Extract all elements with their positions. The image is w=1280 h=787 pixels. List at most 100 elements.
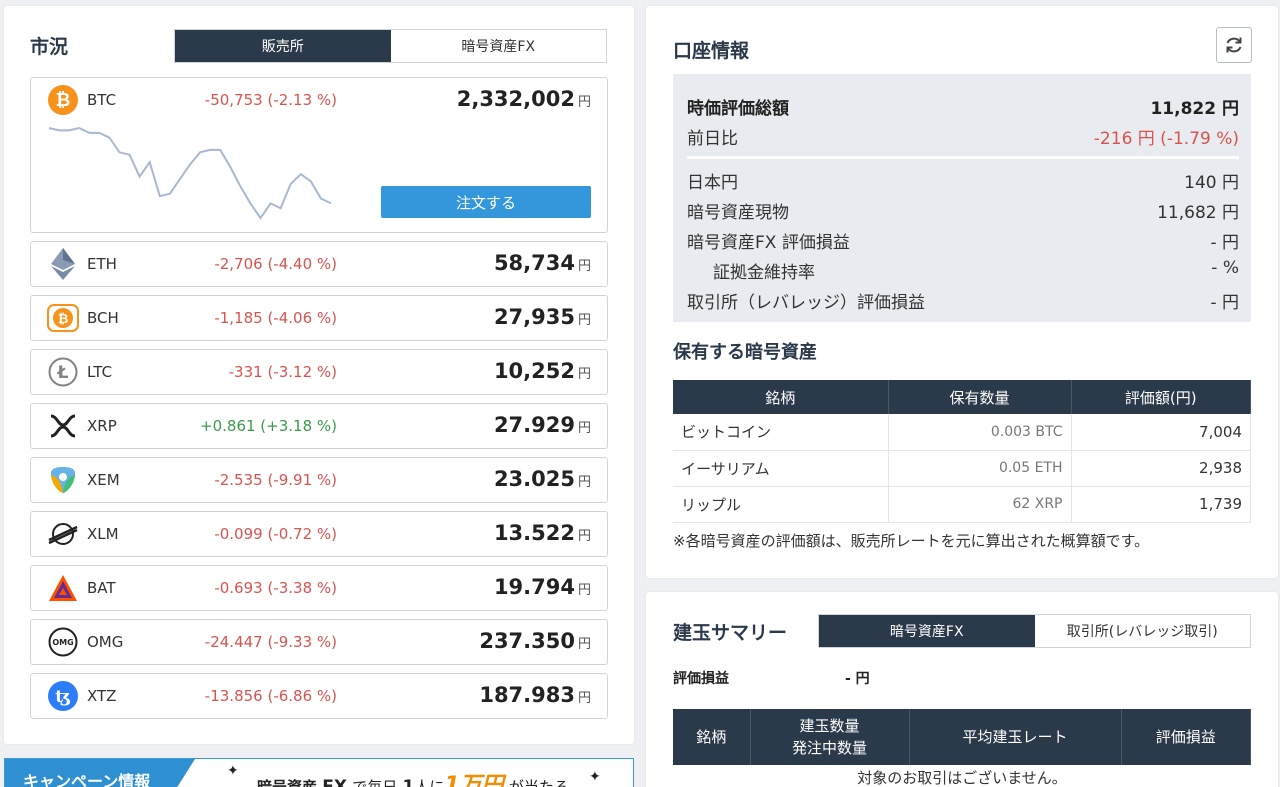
- coin-symbol: XRP: [87, 417, 117, 435]
- coin-price-value: 27,935: [493, 305, 575, 329]
- coin-row-ltc[interactable]: Ł LTC -331 (-3.12 %) 10,252 円: [30, 349, 608, 395]
- coin-price-value: 58,734: [493, 251, 575, 275]
- coin-row-xlm[interactable]: XLM -0.099 (-0.72 %) 13.522 円: [30, 511, 608, 557]
- btc-price-sparkline: [48, 126, 332, 220]
- campaign-text-prefix: 暗号資産: [257, 778, 318, 787]
- coin-row-eth[interactable]: ETH -2,706 (-4.40 %) 58,734 円: [30, 241, 608, 287]
- omg-icon: OMG: [47, 626, 79, 658]
- order-button[interactable]: 注文する: [381, 186, 591, 218]
- total-valuation-label: 時価評価総額: [687, 99, 789, 119]
- refresh-button[interactable]: [1216, 27, 1252, 63]
- account-title: 口座情報: [673, 40, 750, 62]
- refresh-icon: [1226, 37, 1242, 53]
- market-title: 市況: [30, 36, 69, 58]
- bat-icon: [47, 572, 79, 604]
- coin-symbol: LTC: [87, 363, 113, 381]
- currency-unit: 円: [577, 95, 591, 110]
- fx-pnl-row: 暗号資産FX 評価損益 - 円: [687, 228, 1239, 253]
- ethereum-icon: [47, 248, 79, 280]
- litecoin-icon: Ł: [47, 356, 79, 388]
- coin-price: 2,332,002 円: [457, 87, 591, 111]
- market-panel: 市況 販売所 暗号資産FX ₿ BTC -50,753 (-2.13 %) 2,…: [4, 6, 634, 744]
- coin-price-value: 27.929: [493, 413, 575, 437]
- coin-row-xrp[interactable]: XRP +0.861 (+3.18 %) 27.929 円: [30, 403, 608, 449]
- currency-unit: 円: [577, 313, 591, 328]
- coin-price: 237.350 円: [479, 629, 591, 653]
- positions-pnl: 評価損益 - 円: [673, 668, 870, 688]
- coin-price-value: 187.983: [479, 683, 575, 707]
- prev-day-label: 前日比: [687, 129, 738, 149]
- coin-change: -13.856 (-6.86 %): [204, 687, 337, 705]
- nem-icon: [47, 464, 79, 496]
- margin-ratio-label: 証拠金維持率: [713, 263, 815, 283]
- ripple-icon: [47, 410, 79, 442]
- pnl-label: 評価損益: [673, 671, 729, 687]
- positions-tabs: 暗号資産FX 取引所(レバレッジ取引): [818, 614, 1251, 648]
- jpy-label: 日本円: [687, 173, 738, 193]
- leverage-pnl-row: 取引所（レバレッジ）評価損益 - 円: [687, 288, 1239, 313]
- coin-row-bat[interactable]: BAT -0.693 (-3.38 %) 19.794 円: [30, 565, 608, 611]
- tab-crypto-fx[interactable]: 暗号資産FX: [819, 615, 1035, 647]
- svg-text:₿: ₿: [58, 312, 69, 327]
- holding-qty: 0.003 BTC: [888, 414, 1072, 451]
- tezos-icon: ꜩ: [47, 680, 79, 712]
- leverage-pnl-value: - 円: [1210, 293, 1239, 313]
- campaign-text-count: 1: [402, 777, 415, 787]
- coin-price-value: 13.522: [493, 521, 575, 545]
- coin-row-btc[interactable]: ₿ BTC -50,753 (-2.13 %) 2,332,002 円 注文する: [30, 77, 608, 233]
- coin-change: -0.099 (-0.72 %): [214, 525, 337, 543]
- holding-qty: 62 XRP: [888, 486, 1072, 523]
- tab-crypto-fx[interactable]: 暗号資産FX: [390, 30, 606, 62]
- campaign-banner[interactable]: キャンペーン情報 ✦ 暗号資産 FX で毎日 1人に1万円 が当たる ✦: [4, 758, 634, 787]
- sparkline-path: [48, 126, 332, 220]
- coin-row-omg[interactable]: OMG OMG -24.447 (-9.33 %) 237.350 円: [30, 619, 608, 665]
- svg-text:₿: ₿: [56, 90, 71, 111]
- holdings-title: 保有する暗号資産: [673, 342, 817, 363]
- tab-sales-office[interactable]: 販売所: [175, 30, 391, 62]
- coin-symbol: BCH: [87, 309, 119, 327]
- campaign-text-mid: で毎日: [352, 778, 398, 787]
- col-header-pnl: 評価損益: [1121, 709, 1251, 765]
- coin-price: 23.025 円: [494, 467, 591, 491]
- currency-unit: 円: [577, 529, 591, 544]
- coin-change: -331 (-3.12 %): [228, 363, 337, 381]
- coin-row-xem[interactable]: XEM -2.535 (-9.91 %) 23.025 円: [30, 457, 608, 503]
- currency-unit: 円: [577, 421, 591, 436]
- margin-ratio-value: - %: [1211, 258, 1239, 278]
- currency-unit: 円: [577, 259, 591, 274]
- coin-change: -2.535 (-9.91 %): [214, 471, 337, 489]
- coin-change: -1,185 (-4.06 %): [214, 309, 337, 327]
- col-header-avg-rate: 平均建玉レート: [909, 709, 1122, 765]
- currency-unit: 円: [577, 583, 591, 598]
- stellar-icon: [47, 518, 79, 550]
- coin-price-value: 237.350: [479, 629, 575, 653]
- coin-price: 27,935 円: [494, 305, 591, 329]
- jpy-row: 日本円 140 円: [687, 168, 1239, 193]
- jpy-value: 140 円: [1184, 173, 1239, 193]
- coin-change: -2,706 (-4.40 %): [214, 255, 337, 273]
- col-header-pending-qty: 発注中数量: [791, 739, 867, 757]
- svg-text:OMG: OMG: [52, 638, 73, 647]
- coin-price: 13.522 円: [494, 521, 591, 545]
- col-header-value: 評価額(円): [1071, 380, 1251, 414]
- coin-price-value: 19.794: [493, 575, 575, 599]
- coin-row-xtz[interactable]: ꜩ XTZ -13.856 (-6.86 %) 187.983 円: [30, 673, 608, 719]
- holding-name: ビットコイン: [673, 414, 889, 451]
- campaign-text: 暗号資産 FX で毎日 1人に1万円 が当たる: [257, 767, 569, 787]
- bitcoin-icon: ₿: [47, 84, 79, 116]
- account-summary-box: 時価評価総額 11,822 円 前日比 -216 円 (-1.79 %) 日本円…: [673, 74, 1251, 322]
- divider: [687, 156, 1239, 159]
- tab-exchange-leverage[interactable]: 取引所(レバレッジ取引): [1034, 615, 1250, 647]
- campaign-amount: 1万円: [444, 773, 504, 787]
- coin-price-value: 2,332,002: [456, 87, 575, 111]
- positions-title: 建玉サマリー: [673, 622, 788, 644]
- coin-price: 10,252 円: [494, 359, 591, 383]
- table-row: リップル 62 XRP 1,739: [673, 486, 1251, 523]
- coin-symbol: XEM: [87, 471, 120, 489]
- bitcoin-cash-icon: ₿: [47, 302, 79, 334]
- col-header-position-qty: 建玉数量: [799, 717, 860, 735]
- campaign-text-fx: FX: [322, 777, 347, 787]
- total-valuation-value: 11,822 円: [1150, 99, 1239, 119]
- sparkle-icon: ✦: [589, 769, 601, 785]
- coin-row-bch[interactable]: ₿ BCH -1,185 (-4.06 %) 27,935 円: [30, 295, 608, 341]
